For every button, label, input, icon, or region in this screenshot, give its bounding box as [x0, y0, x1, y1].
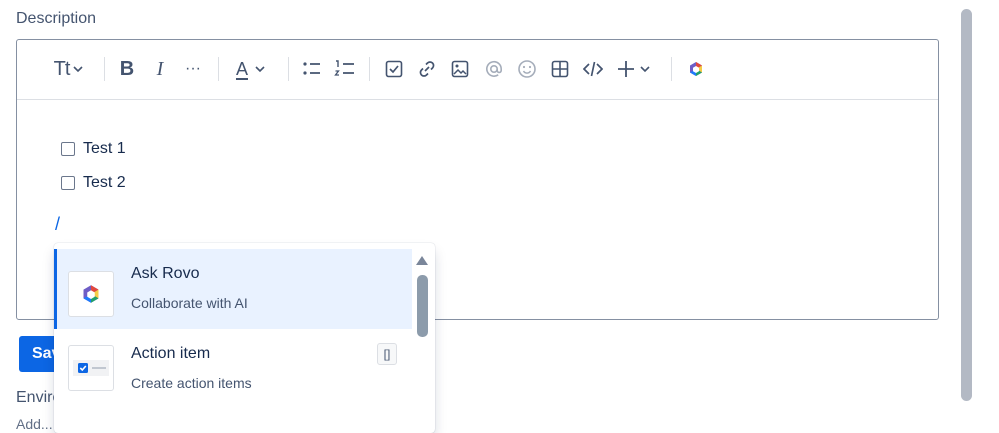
- code-icon: [583, 61, 603, 77]
- task-item: Test 1: [61, 140, 126, 158]
- menu-item-ask-rovo[interactable]: Ask Rovo Collaborate with AI: [54, 249, 412, 329]
- slash-command-text: /: [55, 214, 61, 234]
- chevron-down-icon: [640, 66, 650, 73]
- table-icon: [551, 60, 569, 78]
- rovo-icon: [690, 62, 702, 76]
- task-label: Test 1: [83, 140, 126, 157]
- insert-more-button[interactable]: [614, 56, 654, 82]
- bullet-list-button[interactable]: [299, 56, 325, 82]
- action-item-button[interactable]: [381, 56, 407, 82]
- text-style-button[interactable]: Tt: [47, 56, 91, 82]
- task-label: Test 2: [83, 174, 126, 191]
- numbered-list-icon: [334, 60, 354, 76]
- bold-button[interactable]: B: [115, 56, 139, 82]
- rovo-toolbar-button[interactable]: [683, 56, 709, 82]
- menu-item-action-item[interactable]: Action item Create action items: [54, 329, 412, 409]
- page-scrollbar-thumb[interactable]: [961, 9, 972, 401]
- table-button[interactable]: [547, 56, 573, 82]
- menu-scrollbar-thumb[interactable]: [417, 275, 428, 337]
- emoji-icon: [518, 60, 536, 78]
- slash-command-menu: Ask Rovo Collaborate with AI Action item…: [54, 243, 435, 433]
- code-block-button[interactable]: [580, 56, 606, 82]
- numbered-list-button[interactable]: [332, 56, 358, 82]
- action-item-icon: [73, 360, 109, 376]
- emoji-button[interactable]: [514, 56, 540, 82]
- more-formatting-button[interactable]: ···: [181, 56, 205, 82]
- environment-placeholder[interactable]: Add...: [16, 416, 56, 432]
- at-sign-icon: [486, 60, 503, 77]
- mention-button[interactable]: [481, 56, 507, 82]
- plus-icon: [618, 61, 634, 77]
- task-checkbox[interactable]: [61, 176, 75, 190]
- chevron-down-icon: [73, 66, 83, 73]
- task-checkbox[interactable]: [61, 142, 75, 156]
- text-color-button[interactable]: A: [229, 56, 273, 82]
- description-label: Description: [16, 10, 97, 27]
- action-item-icon-tile: [68, 345, 114, 391]
- chevron-down-icon: [255, 66, 265, 73]
- menu-item-title: Action item: [131, 345, 211, 362]
- menu-item-description: Collaborate with AI: [131, 295, 248, 311]
- task-item: Test 2: [61, 174, 126, 192]
- image-button[interactable]: [447, 56, 473, 82]
- italic-button[interactable]: I: [148, 56, 172, 82]
- keyboard-shortcut-badge: []: [377, 343, 397, 365]
- rovo-icon: [83, 285, 99, 303]
- scroll-up-arrow-icon[interactable]: [414, 253, 430, 267]
- text-color-label: A: [235, 59, 248, 79]
- link-icon: [419, 61, 435, 77]
- rovo-icon-tile: [68, 271, 114, 317]
- editor-toolbar: Tt B I ··· A: [17, 40, 938, 100]
- bullet-list-icon: [303, 62, 320, 75]
- menu-item-description: Create action items: [131, 375, 252, 391]
- menu-item-title: Ask Rovo: [131, 265, 200, 282]
- link-button[interactable]: [414, 56, 440, 82]
- text-style-label: Tt: [53, 57, 71, 80]
- image-icon: [451, 60, 469, 78]
- checkbox-icon: [385, 60, 403, 78]
